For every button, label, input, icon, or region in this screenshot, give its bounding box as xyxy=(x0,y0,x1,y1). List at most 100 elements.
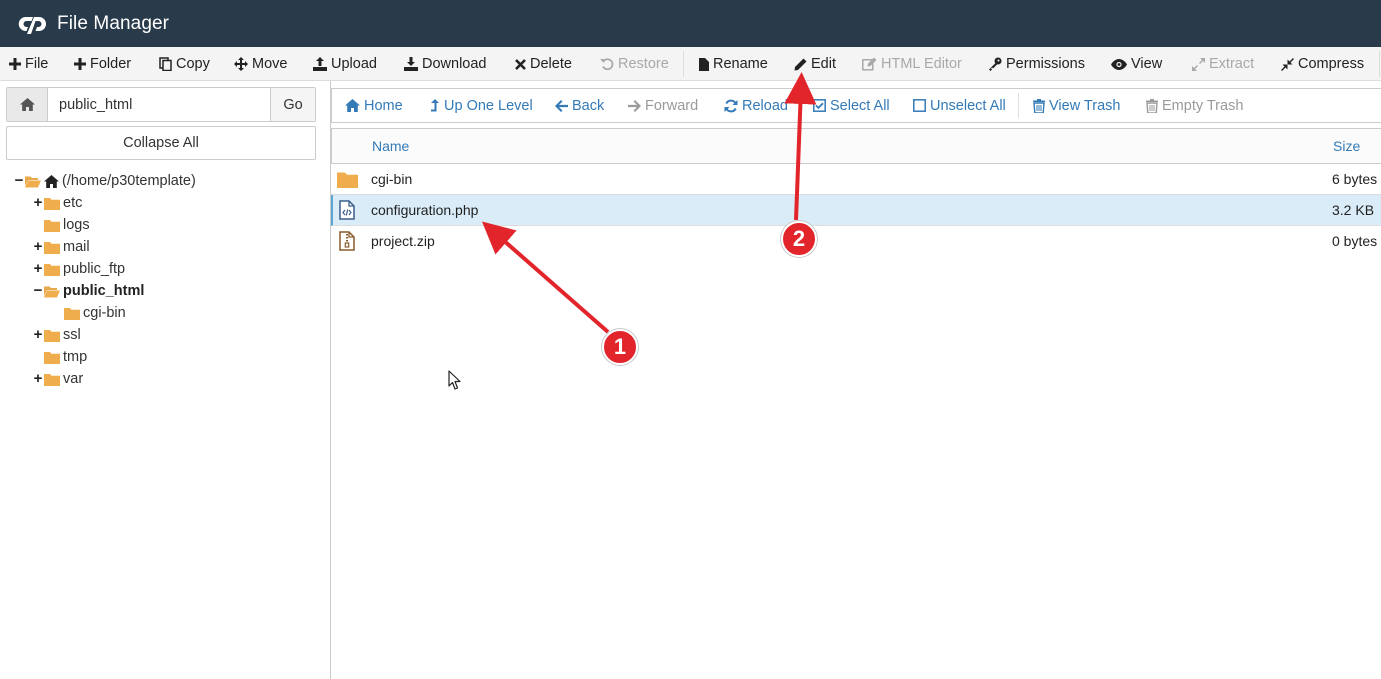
tree-item-public-html[interactable]: − public_html xyxy=(33,280,145,302)
tree-item-etc[interactable]: + etc xyxy=(33,192,83,214)
up-one-level-button[interactable]: Up One Level xyxy=(430,89,533,122)
file-list-panel: Home Up One Level Back Forward Reload Se… xyxy=(331,81,1381,679)
rename-button[interactable]: Rename xyxy=(699,47,768,81)
unselect-all-label: Unselect All xyxy=(930,97,1006,114)
path-bar: Go xyxy=(6,87,316,122)
file-size: 0 bytes xyxy=(1332,233,1378,249)
tree-item-label: (/home/p30template) xyxy=(62,173,196,189)
download-button[interactable]: Download xyxy=(404,47,487,81)
folder-icon xyxy=(44,373,60,386)
tree-item-logs[interactable]: logs xyxy=(33,214,90,236)
folder-open-icon xyxy=(44,286,60,297)
file-name: project.zip xyxy=(371,233,435,249)
reload-button[interactable]: Reload xyxy=(724,89,788,122)
permissions-label: Permissions xyxy=(1006,56,1085,72)
folder-icon xyxy=(44,219,60,232)
folder-icon xyxy=(64,307,80,320)
home-icon xyxy=(19,98,35,111)
pencil-icon xyxy=(794,58,807,70)
mouse-cursor-icon xyxy=(448,370,461,390)
restore-button[interactable]: Restore xyxy=(600,47,669,81)
download-icon xyxy=(404,57,418,71)
delete-label: Delete xyxy=(530,56,572,72)
empty-trash-button[interactable]: Empty Trash xyxy=(1146,89,1243,122)
upload-button[interactable]: Upload xyxy=(313,47,377,81)
home-directory-button[interactable] xyxy=(7,88,48,121)
select-all-button[interactable]: Select All xyxy=(813,89,890,122)
path-input[interactable] xyxy=(48,88,270,121)
key-icon xyxy=(989,57,1002,71)
view-trash-label: View Trash xyxy=(1049,97,1121,114)
tree-item-public-ftp[interactable]: + public_ftp xyxy=(33,258,125,280)
delete-button[interactable]: Delete xyxy=(515,47,572,81)
new-folder-label: Folder xyxy=(90,56,132,72)
home-button[interactable]: Home xyxy=(345,89,403,122)
step-2-badge: 2 xyxy=(781,221,817,257)
tree-item-label: cgi-bin xyxy=(83,305,126,321)
copy-icon xyxy=(159,57,172,71)
view-label: View xyxy=(1131,56,1163,72)
new-file-button[interactable]: File xyxy=(9,47,48,81)
tree-toggle[interactable]: + xyxy=(33,195,43,210)
column-header-name[interactable]: Name xyxy=(372,129,409,163)
folder-icon xyxy=(44,241,60,254)
table-row[interactable]: cgi-bin 6 bytes xyxy=(331,164,1381,195)
move-button[interactable]: Move xyxy=(234,47,287,81)
go-button[interactable]: Go xyxy=(270,88,315,121)
file-name: configuration.php xyxy=(371,202,479,218)
copy-label: Copy xyxy=(176,56,210,72)
tree-toggle[interactable]: − xyxy=(33,283,43,298)
tree-item-tmp[interactable]: tmp xyxy=(33,346,87,368)
extract-label: Extract xyxy=(1209,56,1255,72)
arrow-left-icon xyxy=(555,99,568,112)
file-size: 6 bytes xyxy=(1332,171,1378,187)
up-one-level-label: Up One Level xyxy=(444,97,533,114)
tree-toggle[interactable]: + xyxy=(33,371,43,386)
view-button[interactable]: View xyxy=(1111,47,1162,81)
tree-toggle[interactable]: + xyxy=(33,239,43,254)
tree-item-cgi-bin[interactable]: cgi-bin xyxy=(53,302,126,324)
table-header: Name Size xyxy=(331,128,1381,164)
new-folder-button[interactable]: Folder xyxy=(74,47,131,81)
view-trash-button[interactable]: View Trash xyxy=(1033,89,1120,122)
main-toolbar: File Folder Copy Move Upload Download De… xyxy=(0,47,1381,81)
tree-item-label: mail xyxy=(63,239,90,255)
edit-button[interactable]: Edit xyxy=(794,47,836,81)
tree-item-home[interactable]: − (/home/p30template) xyxy=(14,170,196,192)
file-table: Name Size cgi-bin 6 bytes configuration.… xyxy=(331,128,1381,257)
reload-label: Reload xyxy=(742,97,788,114)
home-icon xyxy=(44,174,59,188)
html-editor-button[interactable]: HTML Editor xyxy=(862,47,962,81)
tree-toggle[interactable]: + xyxy=(33,261,43,276)
column-header-size[interactable]: Size xyxy=(1333,129,1360,163)
forward-label: Forward xyxy=(645,97,699,114)
tree-item-mail[interactable]: + mail xyxy=(33,236,90,258)
tree-item-ssl[interactable]: + ssl xyxy=(33,324,81,346)
rename-label: Rename xyxy=(713,56,768,72)
back-label: Back xyxy=(572,97,605,114)
extract-button[interactable]: Extract xyxy=(1192,47,1254,81)
table-row[interactable]: configuration.php 3.2 KB xyxy=(331,195,1381,226)
back-button[interactable]: Back xyxy=(555,89,604,122)
home-icon xyxy=(345,99,360,112)
edit-label: Edit xyxy=(811,56,836,72)
table-row[interactable]: project.zip 0 bytes xyxy=(331,226,1381,257)
unselect-all-button[interactable]: Unselect All xyxy=(913,89,1006,122)
tree-item-var[interactable]: + var xyxy=(33,368,84,390)
copy-button[interactable]: Copy xyxy=(159,47,210,81)
html-editor-label: HTML Editor xyxy=(881,56,962,72)
tree-toggle[interactable]: + xyxy=(33,327,43,342)
level-up-icon xyxy=(431,98,439,111)
page-title: File Manager xyxy=(57,12,170,34)
check-square-icon xyxy=(813,99,826,112)
tree-toggle[interactable]: − xyxy=(14,173,24,188)
forward-button[interactable]: Forward xyxy=(628,89,698,122)
cpanel-logo[interactable] xyxy=(17,14,47,34)
plus-icon xyxy=(9,58,21,70)
permissions-button[interactable]: Permissions xyxy=(988,47,1085,81)
folder-open-icon xyxy=(25,176,41,187)
collapse-all-button[interactable]: Collapse All xyxy=(6,126,316,160)
compress-button[interactable]: Compress xyxy=(1281,47,1364,81)
new-file-label: File xyxy=(25,56,49,72)
toolbar-divider xyxy=(683,51,684,77)
